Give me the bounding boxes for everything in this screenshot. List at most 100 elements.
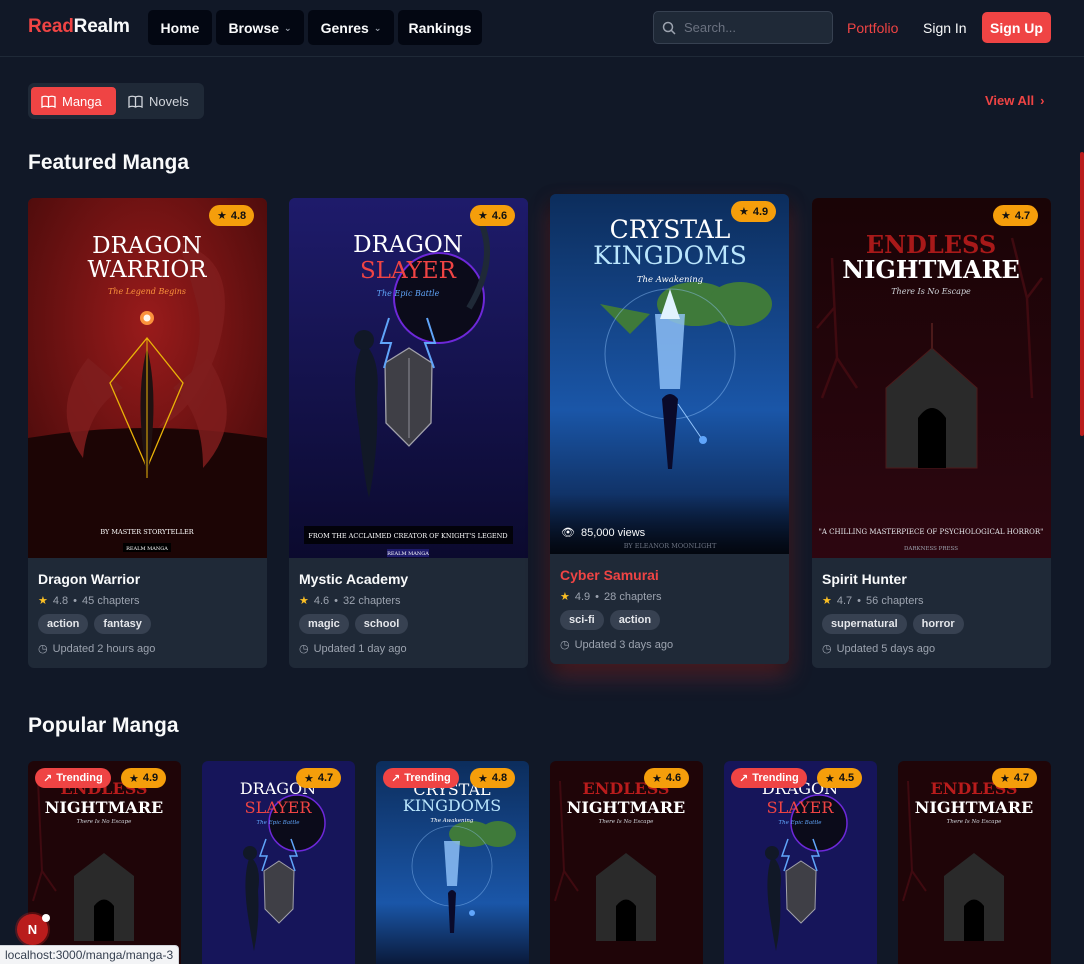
popular-manga-card[interactable]: ENDLESS NIGHTMARE There Is No Escape ★ 4.…	[898, 761, 1051, 964]
trending-badge: ↗ Trending	[731, 768, 807, 788]
updated-time: ◷ Updated 3 days ago	[560, 638, 674, 652]
brand-logo[interactable]: ReadRealm	[28, 16, 130, 38]
notification-dot	[42, 914, 50, 922]
svg-text:SLAYER: SLAYER	[767, 798, 835, 817]
genre-tag[interactable]: magic	[299, 614, 349, 634]
svg-text:WARRIOR: WARRIOR	[88, 257, 208, 283]
popular-manga-card[interactable]: ENDLESS NIGHTMARE There Is No Escape ↗ Tr…	[28, 761, 181, 964]
star-icon: ★	[825, 772, 835, 785]
svg-text:The Legend Begins: The Legend Begins	[108, 287, 186, 296]
view-all-link[interactable]: View All ›	[985, 93, 1044, 108]
manga-cover: ENDLESS NIGHTMARE There Is No Escape	[898, 761, 1051, 964]
sign-in-link[interactable]: Sign In	[923, 20, 967, 36]
svg-text:NIGHTMARE: NIGHTMARE	[915, 798, 1033, 817]
star-icon: ★	[1000, 772, 1010, 785]
manga-title[interactable]: Dragon Warrior	[38, 571, 140, 587]
svg-text:DARKNESS PRESS: DARKNESS PRESS	[904, 546, 958, 552]
search-icon	[662, 21, 676, 35]
manga-cover: DRAGON SLAYER The Epic Battle	[202, 761, 355, 964]
trending-up-icon: ↗	[739, 772, 749, 785]
nav-home[interactable]: Home	[148, 10, 212, 45]
star-icon: ★	[560, 591, 570, 603]
svg-text:BY MASTER STORYTELLER: BY MASTER STORYTELLER	[100, 528, 194, 536]
popular-manga-card[interactable]: DRAGON SLAYER The Epic Battle ★ 4.7	[202, 761, 355, 964]
svg-text:DRAGON: DRAGON	[92, 233, 202, 259]
svg-text:KINGDOMS: KINGDOMS	[593, 241, 747, 270]
nav-genres[interactable]: Genres ⌄	[308, 10, 394, 45]
trending-up-icon: ↗	[391, 772, 401, 785]
genre-tag[interactable]: action	[38, 614, 89, 634]
star-icon: ★	[739, 206, 749, 218]
nav-browse[interactable]: Browse ⌄	[216, 10, 304, 45]
trending-up-icon: ↗	[43, 772, 53, 785]
rating-badge: ★ 4.7	[992, 768, 1038, 788]
genre-tag[interactable]: sci-fi	[560, 610, 604, 630]
manga-meta: ★ 4.6 • 32 chapters	[299, 594, 401, 608]
search-input[interactable]	[684, 20, 824, 35]
star-icon: ★	[304, 772, 314, 785]
svg-text:REALM MANGA: REALM MANGA	[126, 546, 168, 552]
svg-text:NIGHTMARE: NIGHTMARE	[842, 255, 1020, 284]
svg-text:NIGHTMARE: NIGHTMARE	[45, 798, 163, 817]
star-icon: ★	[299, 595, 309, 607]
chevron-down-icon: ⌄	[284, 22, 292, 33]
manga-card[interactable]: CRYSTAL KINGDOMS The Awakening BY ELEANO…	[550, 194, 789, 664]
manga-meta: ★ 4.9 • 28 chapters	[560, 590, 662, 604]
manga-cover: ENDLESS NIGHTMARE There Is No Escape	[550, 761, 703, 964]
svg-text:SLAYER: SLAYER	[245, 798, 313, 817]
popular-manga-card[interactable]: DRAGON SLAYER The Epic Battle ↗ Trending …	[724, 761, 877, 964]
rating-badge: ★ 4.6	[644, 768, 690, 788]
search-box[interactable]	[653, 11, 833, 44]
link-status-bar: localhost:3000/manga/manga-3	[0, 945, 180, 964]
chevron-down-icon: ⌄	[373, 22, 382, 33]
genre-tag[interactable]: fantasy	[94, 614, 151, 634]
genre-tag[interactable]: school	[354, 614, 409, 634]
sign-up-button[interactable]: Sign Up	[982, 12, 1051, 43]
star-icon: ★	[217, 210, 227, 222]
manga-title[interactable]: Spirit Hunter	[822, 571, 907, 587]
top-navigation: ReadRealm Home Browse ⌄ Genres ⌄ Rankings …	[0, 0, 1084, 57]
svg-text:There Is No Escape: There Is No Escape	[891, 287, 971, 296]
rating-badge: ★ 4.7	[993, 205, 1039, 226]
rating-badge: ★ 4.5	[817, 768, 863, 788]
popular-manga-card[interactable]: ENDLESS NIGHTMARE There Is No Escape ★ 4.…	[550, 761, 703, 964]
scrollbar-thumb[interactable]	[1080, 152, 1084, 436]
svg-text:There Is No Escape: There Is No Escape	[599, 819, 654, 825]
rating-badge: ★ 4.9	[121, 768, 167, 788]
manga-title[interactable]: Cyber Samurai	[560, 567, 659, 583]
manga-cover: CRYSTAL KINGDOMS The Awakening BY ELEANO…	[550, 194, 789, 554]
manga-cover: ENDLESS NIGHTMARE There Is No Escape "A …	[812, 198, 1051, 558]
star-icon: ★	[478, 210, 488, 222]
trending-badge: ↗ Trending	[35, 768, 111, 788]
section-title-popular: Popular Manga	[28, 714, 179, 737]
tab-manga[interactable]: Manga	[31, 87, 116, 115]
tab-novels[interactable]: Novels	[118, 87, 202, 115]
svg-text:The Awakening: The Awakening	[431, 818, 474, 824]
manga-card[interactable]: ENDLESS NIGHTMARE There Is No Escape "A …	[812, 198, 1051, 668]
genre-tag[interactable]: action	[609, 610, 661, 630]
portfolio-link[interactable]: Portfolio	[847, 20, 898, 36]
genre-tag[interactable]: supernatural	[822, 614, 907, 634]
popular-manga-card[interactable]: CRYSTAL KINGDOMS The Awakening ↗ Trending…	[376, 761, 529, 964]
star-icon: ★	[38, 595, 48, 607]
svg-text:CRYSTAL: CRYSTAL	[610, 215, 731, 244]
svg-text:BY ELEANOR MOONLIGHT: BY ELEANOR MOONLIGHT	[624, 542, 717, 550]
updated-time: ◷ Updated 1 day ago	[299, 642, 407, 656]
manga-card[interactable]: DRAGON SLAYER The Epic Battle FROM THE A…	[289, 198, 528, 668]
book-open-icon	[41, 95, 56, 108]
clock-icon: ◷	[560, 639, 570, 651]
manga-card[interactable]: DRAGON WARRIOR The Legend Begins BY MAST…	[28, 198, 267, 668]
nav-rankings[interactable]: Rankings	[398, 10, 482, 45]
svg-text:REALM MANGA: REALM MANGA	[387, 551, 429, 557]
clock-icon: ◷	[822, 643, 832, 655]
genre-tag[interactable]: horror	[912, 614, 964, 634]
manga-title[interactable]: Mystic Academy	[299, 571, 408, 587]
manga-meta: ★ 4.7 • 56 chapters	[822, 594, 924, 608]
rating-badge: ★ 4.6	[470, 205, 516, 226]
section-title-featured: Featured Manga	[28, 151, 190, 174]
rating-badge: ★ 4.8	[470, 768, 516, 788]
svg-text:SLAYER: SLAYER	[360, 258, 457, 284]
star-icon: ★	[652, 772, 662, 785]
svg-text:The Awakening: The Awakening	[637, 275, 704, 285]
rating-badge: ★ 4.9	[731, 201, 777, 222]
